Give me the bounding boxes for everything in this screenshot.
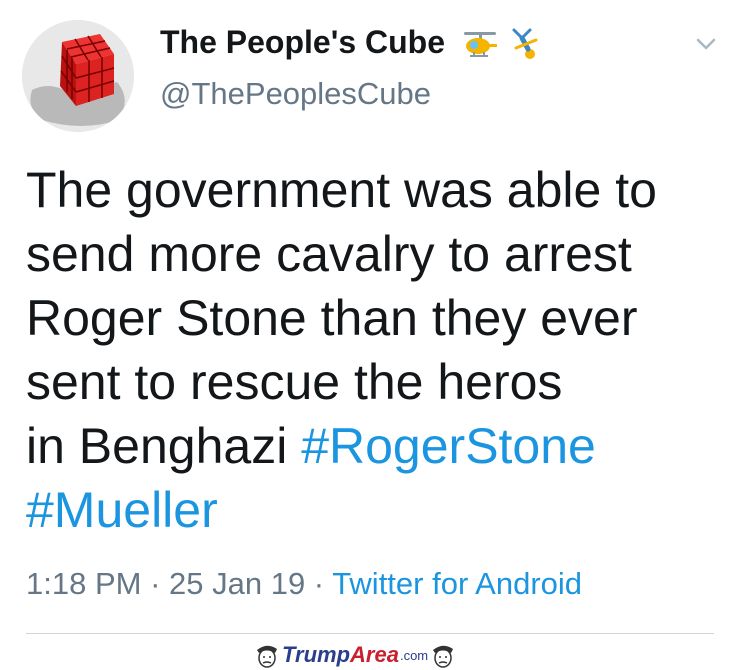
watermark-suffix: .com xyxy=(399,647,429,663)
tweet-text-line-with-hashtag: in Benghazi #RogerStone xyxy=(26,414,726,478)
tweet-text-line: send more cavalry to arrest xyxy=(26,226,632,282)
chevron-down-icon[interactable] xyxy=(692,32,720,56)
hashtag-link[interactable]: #RogerStone xyxy=(301,418,596,474)
tweet-text-line-hashtag: #Mueller xyxy=(26,478,726,542)
display-name[interactable]: The People's Cube xyxy=(160,24,445,61)
rubiks-cube-hand-icon xyxy=(22,20,134,132)
hashtag-link[interactable]: #Mueller xyxy=(26,482,218,538)
tweet-time[interactable]: 1:18 PM xyxy=(26,566,141,601)
trump-caricature-icon xyxy=(433,645,454,668)
divider xyxy=(26,633,714,634)
watermark-brand: TrumpArea xyxy=(282,642,399,668)
tweet-source-link[interactable]: Twitter for Android xyxy=(332,566,582,601)
watermark: TrumpArea .com xyxy=(252,640,458,670)
meta-separator: · xyxy=(305,566,333,601)
tweet-text-fragment: in Benghazi xyxy=(26,418,302,474)
watermark-brand-first: Trump xyxy=(282,642,351,667)
helicopter-emoji-icon xyxy=(464,32,497,57)
upside-down-person-emoji-icon xyxy=(512,28,538,59)
tweet-meta: 1:18 PM · 25 Jan 19 · Twitter for Androi… xyxy=(26,566,582,602)
avatar[interactable] xyxy=(22,20,134,132)
tweet-text-line: Roger Stone than they ever xyxy=(26,290,638,346)
tweet-text: The government was able to send more cav… xyxy=(26,158,726,542)
watermark-brand-second: Area xyxy=(350,642,399,667)
tweet-text-line: The government was able to xyxy=(26,162,657,218)
trump-caricature-icon xyxy=(257,645,277,668)
user-handle[interactable]: @ThePeoplesCube xyxy=(160,76,431,112)
tweet-text-line: sent to rescue the heros xyxy=(26,354,563,410)
meta-separator: · xyxy=(141,566,170,601)
tweet-date[interactable]: 25 Jan 19 xyxy=(169,566,305,601)
